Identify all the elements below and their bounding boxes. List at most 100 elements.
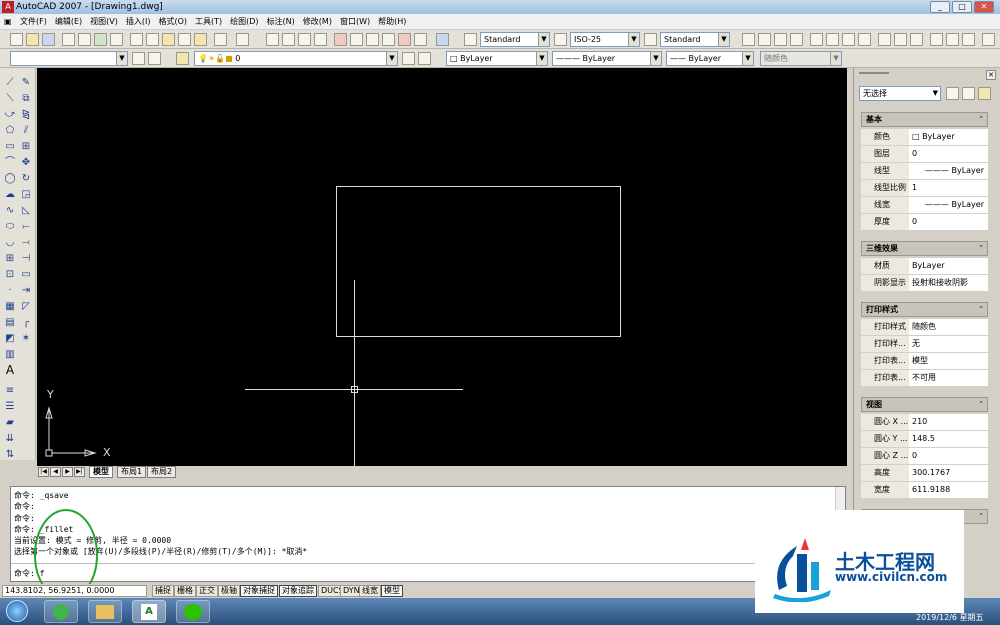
prev-tab-icon[interactable]: ◀: [50, 467, 61, 477]
start-button[interactable]: [6, 600, 28, 622]
radius-icon[interactable]: [810, 33, 823, 46]
open-icon[interactable]: [26, 33, 39, 46]
section-view[interactable]: 视图 ⌃: [861, 397, 988, 412]
jogged-icon[interactable]: [826, 33, 839, 46]
prop-row-material[interactable]: 材质 ByLayer: [861, 258, 988, 274]
minimize-button[interactable]: _: [930, 1, 950, 13]
fillet-icon[interactable]: ╭: [19, 316, 33, 329]
menu-help[interactable]: 帮助(H): [374, 16, 410, 27]
prop-row-width[interactable]: 宽度 611.9188: [861, 482, 988, 498]
explode-icon[interactable]: ✶: [19, 332, 33, 345]
extend-icon[interactable]: ⤙: [19, 236, 33, 249]
prop-row-center-x[interactable]: 圆心 X ... 210: [861, 414, 988, 430]
maximize-button[interactable]: □: [952, 1, 972, 13]
3d-dwf-icon[interactable]: [110, 33, 123, 46]
zoom-previous-icon[interactable]: [314, 33, 327, 46]
quickcalc-icon[interactable]: [414, 33, 427, 46]
prop-row-layer[interactable]: 图层 0: [861, 146, 988, 162]
quick-dim-icon[interactable]: [878, 33, 891, 46]
prop-row-height[interactable]: 高度 300.1767: [861, 465, 988, 481]
polyline-icon[interactable]: ⤻: [3, 108, 17, 121]
baseline-icon[interactable]: [894, 33, 907, 46]
menu-modify[interactable]: 修改(M): [299, 16, 336, 27]
chamfer-icon[interactable]: ◸: [19, 300, 33, 313]
line-icon[interactable]: ⟋: [3, 76, 17, 89]
tab-layout1[interactable]: 布局1: [117, 466, 147, 478]
hatch-icon[interactable]: ▦: [3, 300, 17, 313]
point-icon[interactable]: ·: [3, 284, 17, 297]
undo-icon[interactable]: [214, 33, 227, 46]
gradient-icon[interactable]: ▤: [3, 316, 17, 329]
section-basic[interactable]: 基本 ⌃: [861, 112, 988, 127]
workspace-settings-icon[interactable]: [132, 52, 145, 65]
rotate-icon[interactable]: ↻: [19, 172, 33, 185]
rectangle-shape[interactable]: [336, 186, 621, 337]
make-current-icon[interactable]: [402, 52, 415, 65]
menu-format[interactable]: 格式(O): [154, 16, 191, 27]
ellipse-arc-icon[interactable]: ◡: [3, 236, 17, 249]
status-model[interactable]: 模型: [381, 585, 403, 597]
pickadd-toggle-icon[interactable]: [978, 87, 991, 100]
palette-grip[interactable]: [859, 72, 889, 78]
menu-file[interactable]: 文件(F): [16, 16, 51, 27]
layer-manager-icon[interactable]: [176, 52, 189, 65]
save-icon[interactable]: [42, 33, 55, 46]
ordinate-icon[interactable]: [790, 33, 803, 46]
table-icon[interactable]: ▥: [3, 348, 17, 361]
last-tab-icon[interactable]: ▶|: [74, 467, 85, 477]
match-properties-icon[interactable]: [178, 33, 191, 46]
workspace-select[interactable]: ▼: [10, 51, 128, 66]
doc-icon[interactable]: ▣: [0, 17, 16, 26]
help-icon[interactable]: [436, 33, 449, 46]
make-block-icon[interactable]: ⊡: [3, 268, 17, 281]
print-icon[interactable]: [62, 33, 75, 46]
center-mark-icon[interactable]: [962, 33, 975, 46]
selection-select[interactable]: 无选择 ▼: [859, 86, 941, 101]
zoom-window-icon[interactable]: [298, 33, 311, 46]
prop-row-shadow[interactable]: 阴影显示 投射和接收阴影: [861, 275, 988, 291]
break-icon[interactable]: ▭: [19, 268, 33, 281]
prop-row-center-y[interactable]: 圆心 Y ... 148.5: [861, 431, 988, 447]
prop-row-plotstyle-table[interactable]: 打印样... 无: [861, 336, 988, 352]
dim-style-select[interactable]: ISO-25 ▼: [570, 32, 640, 47]
ellipse-icon[interactable]: ⬭: [3, 220, 17, 233]
layer-previous-icon[interactable]: [418, 52, 431, 65]
pan-icon[interactable]: [266, 33, 279, 46]
prop-row-plot-table-attached[interactable]: 打印表... 模型: [861, 353, 988, 369]
select-objects-icon[interactable]: [962, 87, 975, 100]
tab-model[interactable]: 模型: [89, 466, 113, 478]
prop-row-color[interactable]: 颜色 □ ByLayer: [861, 129, 988, 145]
layer-iso-icon[interactable]: ▰: [3, 416, 17, 429]
prop-row-center-z[interactable]: 圆心 Z ... 0: [861, 448, 988, 464]
dim-edit-icon[interactable]: [982, 33, 995, 46]
markup-icon[interactable]: [398, 33, 411, 46]
status-osnap[interactable]: 对象捕捉: [240, 585, 278, 597]
taskbar-wechat-icon[interactable]: [176, 600, 210, 623]
prop-row-thickness[interactable]: 厚度 0: [861, 214, 988, 230]
layer-walk-icon[interactable]: ⇊: [3, 432, 17, 445]
tab-layout2[interactable]: 布局2: [147, 466, 177, 478]
drawing-canvas[interactable]: Y X: [37, 68, 847, 466]
coordinate-readout[interactable]: 143.8102, 56.9251, 0.0000: [2, 585, 147, 597]
prop-row-linetype[interactable]: 线型 ——— ByLayer: [861, 163, 988, 179]
prop-row-plot-table-type[interactable]: 打印表... 不可用: [861, 370, 988, 386]
circle-icon[interactable]: ◯: [3, 172, 17, 185]
tool-palettes-icon[interactable]: [366, 33, 379, 46]
menu-dimension[interactable]: 标注(N): [263, 16, 299, 27]
properties-icon[interactable]: [334, 33, 347, 46]
next-tab-icon[interactable]: ▶: [62, 467, 73, 477]
join-icon[interactable]: ⇥: [19, 284, 33, 297]
aligned-dim-icon[interactable]: [758, 33, 771, 46]
array-icon[interactable]: ⊞: [19, 140, 33, 153]
angular-icon[interactable]: [858, 33, 871, 46]
palette-close-icon[interactable]: ✕: [986, 70, 996, 80]
erase-icon[interactable]: ✎: [19, 76, 33, 89]
status-snap[interactable]: 捕捉: [152, 585, 174, 597]
menu-window[interactable]: 窗口(W): [336, 16, 374, 27]
menu-view[interactable]: 视图(V): [86, 16, 122, 27]
rectangle-icon[interactable]: ▭: [3, 140, 17, 153]
status-grid[interactable]: 栅格: [174, 585, 196, 597]
prop-row-lineweight[interactable]: 线宽 ——— ByLayer: [861, 197, 988, 213]
layer-states-icon[interactable]: ☰: [3, 400, 17, 413]
region-icon[interactable]: ◩: [3, 332, 17, 345]
